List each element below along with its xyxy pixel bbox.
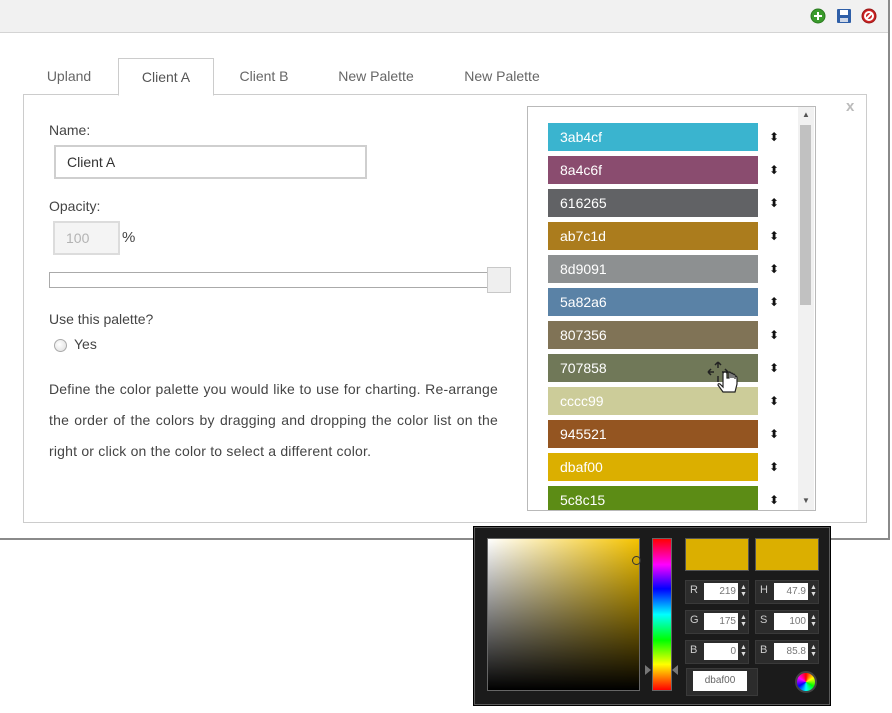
s-value[interactable]: 100 bbox=[774, 613, 808, 630]
current-color-preview bbox=[755, 538, 819, 571]
opacity-input[interactable]: 100 bbox=[53, 221, 120, 255]
color-row[interactable]: 807356 ⬍ bbox=[548, 321, 780, 349]
color-list: ▲ ▼ 3ab4cf ⬍ 8a4c6f ⬍ 616265 ⬍ ab7c1d ⬍ 8d9091 ⬍ 5… bbox=[527, 106, 816, 511]
color-row[interactable]: ab7c1d ⬍ bbox=[548, 222, 780, 250]
h-field[interactable]: H 47.9 ▲ ▼ bbox=[755, 580, 819, 604]
drag-handle-icon[interactable]: ⬍ bbox=[767, 327, 781, 343]
hex-field[interactable]: dbaf00 bbox=[686, 668, 758, 696]
color-swatch[interactable]: 807356 bbox=[548, 321, 758, 349]
drag-handle-icon[interactable]: ⬍ bbox=[767, 162, 781, 178]
b-spinner-icon[interactable]: ▲ ▼ bbox=[740, 644, 747, 658]
use-palette-label: Use this palette? bbox=[49, 311, 154, 327]
drag-handle-icon[interactable]: ⬍ bbox=[767, 195, 781, 211]
color-row[interactable]: 3ab4cf ⬍ bbox=[548, 123, 780, 151]
drag-handle-icon[interactable]: ⬍ bbox=[767, 393, 781, 409]
tab-new-palette-1[interactable]: New Palette bbox=[320, 58, 432, 94]
color-swatch[interactable]: 5c8c15 bbox=[548, 486, 758, 510]
color-swatch[interactable]: 8d9091 bbox=[548, 255, 758, 283]
new-color-preview bbox=[685, 538, 749, 571]
color-swatch[interactable]: dbaf00 bbox=[548, 453, 758, 481]
color-wheel-icon[interactable] bbox=[795, 671, 817, 693]
palette-description: Define the color palette you would like … bbox=[49, 381, 498, 459]
hue-slider[interactable] bbox=[652, 538, 672, 691]
color-selector-dot[interactable] bbox=[632, 556, 641, 565]
yes-radio-label: Yes bbox=[74, 336, 97, 352]
scroll-down-arrow-icon[interactable]: ▼ bbox=[801, 496, 811, 506]
r-spinner-icon[interactable]: ▲ ▼ bbox=[740, 584, 747, 598]
r-field[interactable]: R 219 ▲ ▼ bbox=[685, 580, 749, 604]
g-value[interactable]: 175 bbox=[704, 613, 738, 630]
h-spinner-icon[interactable]: ▲ ▼ bbox=[810, 584, 817, 598]
yes-radio[interactable] bbox=[54, 339, 67, 352]
color-row[interactable]: 5a82a6 ⬍ bbox=[548, 288, 780, 316]
scrollbar-thumb[interactable] bbox=[800, 125, 811, 305]
h-value[interactable]: 47.9 bbox=[774, 583, 808, 600]
s-field[interactable]: S 100 ▲ ▼ bbox=[755, 610, 819, 634]
name-label: Name: bbox=[49, 122, 91, 138]
r-value[interactable]: 219 bbox=[704, 583, 738, 600]
color-row[interactable]: 945521 ⬍ bbox=[548, 420, 780, 448]
g-spinner-icon[interactable]: ▲ ▼ bbox=[740, 614, 747, 628]
floppy-disk-icon[interactable] bbox=[836, 8, 852, 24]
color-swatch[interactable]: 8a4c6f bbox=[548, 156, 758, 184]
g-field[interactable]: G 175 ▲ ▼ bbox=[685, 610, 749, 634]
color-swatch[interactable]: 5a82a6 bbox=[548, 288, 758, 316]
drag-handle-icon[interactable]: ⬍ bbox=[767, 360, 781, 376]
name-input[interactable]: Client A bbox=[54, 145, 367, 179]
b-label: B bbox=[690, 644, 698, 656]
s-spinner-icon[interactable]: ▲ ▼ bbox=[810, 614, 817, 628]
hue-arrow-left-icon[interactable] bbox=[645, 665, 651, 675]
tab-client-a[interactable]: Client A bbox=[118, 58, 214, 96]
r-label: R bbox=[690, 584, 698, 596]
h-label: H bbox=[760, 584, 768, 596]
brightness-value[interactable]: 85.8 bbox=[774, 643, 808, 660]
color-picker-popup: R 219 ▲ ▼ G 175 ▲ ▼ B 0 ▲ ▼ H 47.9 ▲ ▼ S 100… bbox=[474, 527, 830, 705]
drag-handle-icon[interactable]: ⬍ bbox=[767, 426, 781, 442]
hex-value[interactable]: dbaf00 bbox=[693, 671, 747, 691]
drag-handle-icon[interactable]: ⬍ bbox=[767, 459, 781, 475]
drag-handle-icon[interactable]: ⬍ bbox=[767, 294, 781, 310]
brightness-spinner-icon[interactable]: ▲ ▼ bbox=[810, 644, 817, 658]
tab-new-palette-2[interactable]: New Palette bbox=[446, 58, 558, 94]
color-row[interactable]: dbaf00 ⬍ bbox=[548, 453, 780, 481]
b-value[interactable]: 0 bbox=[704, 643, 738, 660]
b-field[interactable]: B 0 ▲ ▼ bbox=[685, 640, 749, 664]
palette-editor-window: Upland Client A Client B New Palette New… bbox=[0, 0, 890, 540]
color-row[interactable]: 5c8c15 ⬍ bbox=[548, 486, 781, 510]
drag-handle-icon[interactable]: ⬍ bbox=[767, 228, 781, 244]
drag-handle-icon[interactable]: ⬍ bbox=[767, 261, 781, 277]
hue-arrow-right-icon[interactable] bbox=[672, 665, 678, 675]
color-row[interactable]: 616265 ⬍ bbox=[548, 189, 780, 217]
color-swatch[interactable]: ab7c1d bbox=[548, 222, 758, 250]
toolbar bbox=[0, 0, 888, 33]
opacity-unit: % bbox=[122, 229, 136, 246]
brightness-field[interactable]: B 85.8 ▲ ▼ bbox=[755, 640, 819, 664]
add-circle-icon[interactable] bbox=[810, 8, 826, 24]
color-swatch[interactable]: 3ab4cf bbox=[548, 123, 758, 151]
color-row[interactable]: 8d9091 ⬍ bbox=[548, 255, 780, 283]
drag-handle-icon[interactable]: ⬍ bbox=[767, 129, 781, 145]
opacity-slider-handle[interactable] bbox=[487, 267, 511, 293]
move-hand-cursor-icon bbox=[707, 361, 738, 393]
color-row[interactable]: cccc99 ⬍ bbox=[548, 387, 780, 415]
tab-client-b[interactable]: Client B bbox=[220, 58, 308, 94]
brightness-label: B bbox=[760, 644, 768, 656]
drag-handle-icon[interactable]: ⬍ bbox=[767, 492, 781, 508]
color-swatch[interactable]: 945521 bbox=[548, 420, 758, 448]
g-label: G bbox=[690, 614, 699, 626]
color-swatch[interactable]: 616265 bbox=[548, 189, 758, 217]
s-label: S bbox=[760, 614, 768, 626]
scroll-up-arrow-icon[interactable]: ▲ bbox=[801, 110, 811, 120]
cancel-circle-icon[interactable] bbox=[861, 8, 877, 24]
opacity-slider-track[interactable] bbox=[49, 272, 491, 288]
close-panel-button[interactable]: x bbox=[846, 98, 854, 115]
color-row[interactable]: 707858 ⬍ bbox=[548, 354, 780, 382]
color-row[interactable]: 8a4c6f ⬍ bbox=[548, 156, 780, 184]
opacity-label: Opacity: bbox=[49, 198, 101, 214]
saturation-value-field[interactable] bbox=[487, 538, 640, 691]
tab-upland[interactable]: Upland bbox=[24, 58, 114, 94]
color-list-scrollbar[interactable]: ▲ ▼ bbox=[798, 107, 814, 510]
